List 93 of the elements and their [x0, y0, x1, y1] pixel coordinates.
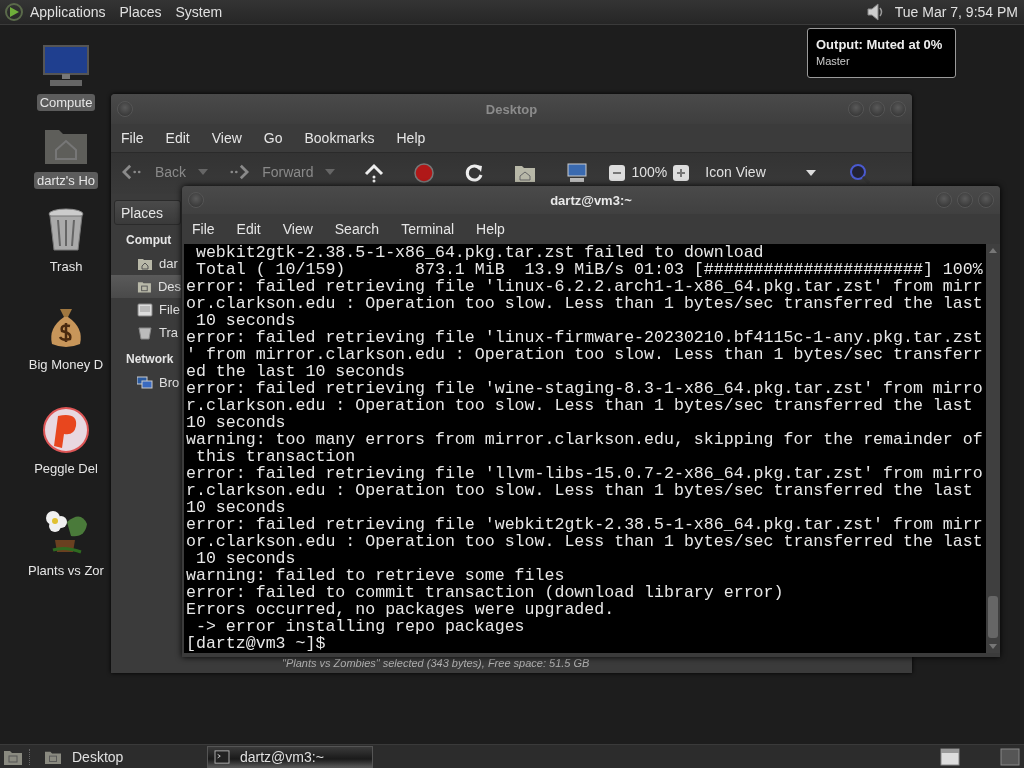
menu-item[interactable]: View [211, 130, 242, 146]
scroll-up-arrow-icon[interactable] [989, 248, 997, 253]
terminal-line: error: failed retrieving file 'linux-firmware-20230210.bf4115c-1-any.pkg.tar.zst [186, 329, 984, 346]
terminal-line: error: failed retrieving file 'webkit2gtk-2.38.5-1-x86_64.pkg.tar.zst' from mirr [186, 516, 984, 533]
terminal-line: Errors occurred, no packages were upgraded. [186, 601, 616, 618]
zoom-level: 100% [631, 164, 668, 180]
sidebar-item[interactable]: Bro [111, 371, 181, 394]
zoom-in-icon[interactable] [673, 165, 690, 181]
menu-item[interactable]: Terminal [401, 221, 455, 237]
view-selector[interactable]: Icon View [701, 164, 820, 180]
computer-icon[interactable] [566, 163, 589, 183]
folder-icon [137, 256, 153, 271]
terminal-line: error: failed retrieving file 'linux-6.2.2.arch1-1-x86_64.pkg.tar.zst' from mirr [186, 278, 984, 295]
window-title: dartz@vm3:~ [550, 192, 632, 208]
terminal-line: 10 seconds [194, 312, 297, 329]
dropdown-arrow-icon[interactable] [198, 169, 209, 175]
terminal-line: warning: too many errors from mirror.clarkson.edu, skipping for the remainder of [186, 431, 984, 448]
menu-item[interactable]: Go [263, 130, 283, 146]
terminal-line: r.clarkson.edu : Operation too slow. Less than 1 bytes/sec transferred the last [186, 482, 974, 499]
menu-item[interactable]: Edit [165, 130, 190, 146]
menu-item[interactable]: Help [396, 130, 426, 146]
scrollbar-thumb[interactable] [988, 596, 998, 638]
terminal-line: webkit2gtk-2.38.5-1-x86_64.pkg.tar.zst failed to download [194, 244, 765, 261]
back-button[interactable]: Back [121, 163, 187, 181]
network-icon [137, 375, 153, 390]
terminal-line: ed the last 10 seconds [186, 363, 407, 380]
desktop-icon-label[interactable]: dartz's Ho [33, 172, 99, 189]
sidebar-item[interactable]: dar [111, 252, 181, 275]
menu-item[interactable]: File [121, 130, 144, 146]
taskbar-button[interactable]: Desktop [38, 745, 204, 768]
status-text: "Plants vs Zombies" selected (343 bytes), Free space: 51.5 GB [282, 657, 590, 669]
terminal-line: -> error installing repo packages [194, 618, 526, 635]
taskbar-button[interactable]: dartz@vm3:~ [207, 745, 373, 768]
sidebar-item[interactable]: File [111, 298, 181, 321]
game-ball-icon[interactable] [42, 406, 90, 454]
window-title: Desktop [485, 101, 538, 117]
terminal-line: warning: failed to retrieve some files [186, 567, 566, 584]
desktop-icon-label[interactable]: Trash [46, 258, 86, 275]
menu-item[interactable]: Help [476, 221, 505, 237]
terminal-line: error: failed retrieving file 'wine-staging-8.3-1-x86_64.pkg.tar.zst' from mirro [186, 380, 984, 397]
terminal-line: Total ( 10/159) 873.1 MiB 13.9 MiB/s 01:03 [######################] 100% [194, 261, 984, 278]
terminal-line: error: failed to commit transaction (download library error) [186, 584, 785, 601]
terminal-line: or.clarkson.edu : Operation too slow. Less than 1 bytes/sec transferred the last [186, 533, 984, 550]
places-dropdown[interactable]: Places [114, 200, 181, 225]
dropdown-arrow-icon[interactable] [325, 169, 336, 175]
terminal-line: 10 seconds [186, 414, 287, 431]
menu-item[interactable]: Edit [236, 221, 261, 237]
tooltip-subtitle: Master [816, 55, 851, 67]
workspace-icon[interactable] [940, 747, 960, 766]
computer-icon[interactable] [42, 44, 90, 88]
panel-menu[interactable]: Places [119, 4, 162, 20]
terminal-line: r.clarkson.edu : Operation too slow. Less than 1 bytes/sec transferred the last [186, 397, 974, 414]
terminal-line: error: failed retrieving file 'llvm-libs-15.0.7-2-x86_64.pkg.tar.zst' from mirro [186, 465, 984, 482]
forward-arrow-icon [228, 163, 251, 181]
menu-logo-icon[interactable] [4, 2, 24, 22]
terminal-line: or.clarkson.edu : Operation too slow. Less than 1 bytes/sec transferred the last [186, 295, 984, 312]
panel-menu[interactable]: Applications [30, 4, 106, 20]
terminal-line: this transaction [194, 448, 357, 465]
speaker-icon[interactable] [864, 1, 885, 23]
clock[interactable]: Tue Mar 7, 9:54 PM [894, 4, 1018, 20]
scrollbar[interactable] [986, 244, 1000, 653]
zoom-out-icon[interactable] [609, 165, 626, 181]
forward-button[interactable]: Forward [228, 163, 314, 181]
menu-item[interactable]: File [192, 221, 215, 237]
desktop-icon-label[interactable]: Compute [36, 94, 96, 111]
menu-item[interactable]: Search [334, 221, 380, 237]
menu-item[interactable]: View [282, 221, 313, 237]
drive-icon [137, 302, 153, 317]
tooltip-title: Output: Muted at 0% [816, 37, 944, 52]
folder-icon [137, 279, 152, 294]
sidebar-item[interactable]: Tra [111, 321, 181, 344]
desktop-icon-label[interactable]: Big Money D [25, 356, 107, 373]
scroll-down-arrow-icon[interactable] [989, 644, 997, 649]
stop-icon[interactable] [414, 163, 435, 183]
trash-icon[interactable] [46, 208, 86, 252]
desktop-icon-label[interactable]: Peggle Del [31, 460, 101, 477]
home-folder-icon[interactable] [514, 163, 537, 183]
terminal-line: 10 seconds [186, 499, 287, 516]
trash-icon [137, 325, 153, 340]
sidebar-section-title: Comput [125, 232, 173, 249]
terminal-line: [dartz@vm3 ~]$ [186, 635, 327, 652]
reload-icon[interactable] [464, 163, 485, 183]
sidebar-item[interactable]: Des [111, 275, 181, 298]
sidebar-section-title: Network [125, 351, 175, 368]
terminal-line: ' from mirror.clarkson.edu : Operation too slow. Less than 1 bytes/sec transferr [186, 346, 984, 363]
panel-menu[interactable]: System [175, 4, 223, 20]
menu-item[interactable]: Bookmarks [304, 130, 375, 146]
up-arrow-icon[interactable] [364, 163, 385, 183]
terminal-line: 10 seconds [194, 550, 297, 567]
terminal-icon [214, 749, 230, 764]
desktop-icon-label[interactable]: Plants vs Zor [25, 562, 107, 579]
back-arrow-icon [121, 163, 143, 181]
caret-icon [805, 170, 816, 176]
